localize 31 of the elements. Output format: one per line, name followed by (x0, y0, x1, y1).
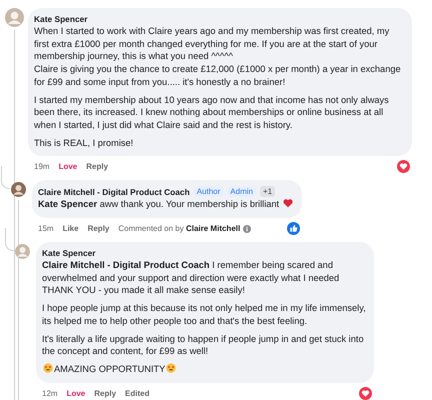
commented-by-note: Commented on by Claire Mitchell (118, 224, 240, 234)
role-badge: +1 (260, 186, 276, 198)
reaction-link[interactable]: Love (58, 162, 78, 172)
timestamp[interactable]: 19m (34, 162, 50, 172)
author-name[interactable]: Kate Spencer (34, 14, 88, 24)
like-reaction-icon[interactable] (286, 222, 300, 236)
comment-text: Kate Spencer aww thank you. Your membership is brilliant (38, 198, 294, 212)
reaction-link[interactable]: Reply (94, 388, 116, 398)
reaction-link[interactable]: Reply (86, 162, 108, 172)
comment-text: This is REAL, I promise! (34, 136, 134, 150)
role-badge: Author (194, 186, 224, 198)
role-badge: Admin (227, 186, 256, 198)
timestamp[interactable]: 12m (42, 388, 58, 398)
comment-text: Claire Mitchell - Digital Product Coach I remember being scared and overwhelmed and your support and direction were exactly what I needed THANK YOU - you made it all make sense easily! (42, 259, 340, 298)
comment-text: I started my membership about 10 years ago now and that income has not only always been there, its increased. I knew nothing about memberships or online business at all when I started, I just did what Claire said and the rest is history. (34, 94, 390, 132)
comment-text: It's literally a life upgrade waiting to happen if people jump in and get stuck into the concept and content, for £99 as well! (42, 332, 365, 358)
reaction-link[interactable]: Love (66, 388, 86, 398)
love-reaction-icon[interactable] (397, 160, 410, 174)
comment-text: When I started to work with Claire years ago and my membership was first created, my first extra £1000 per month changed everything for me. If you are at the start of your membership journey, this is what you need ^^^^^ Claire is giving you the chance to create £12,000 (£1000 x per month) a year in exchange for £99 and some input from you..... it's honestly a no brainer! (34, 25, 402, 89)
reaction-link[interactable]: Like (62, 224, 79, 234)
timestamp[interactable]: 15m (38, 224, 54, 234)
author-name[interactable]: Kate Spencer (42, 248, 96, 258)
info-icon[interactable] (243, 224, 252, 233)
edited-label: Edited (125, 388, 150, 398)
author-name[interactable]: Claire Mitchell - Digital Product Coach (38, 186, 190, 197)
reaction-link[interactable]: Reply (88, 224, 110, 234)
love-reaction-icon[interactable] (359, 386, 372, 400)
avatar[interactable] (10, 182, 26, 198)
thread-connector (1, 166, 10, 190)
comment-text: AMAZING OPPORTUNITY (42, 362, 366, 376)
comment-text: I hope people jump at this because its not only helped me in my life immensely, its helped me to help other people too and that's the best feeling. (42, 302, 366, 328)
